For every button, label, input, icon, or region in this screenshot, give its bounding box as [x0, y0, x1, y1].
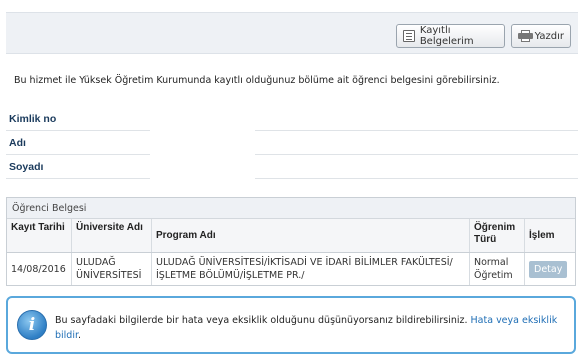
adi-label: Adı	[9, 137, 26, 149]
redacted-area	[150, 120, 255, 205]
print-label: Yazdır	[534, 30, 564, 42]
error-report-notice: i Bu sayfadaki bilgilerde bir hata veya …	[6, 296, 576, 354]
identity-row-kimlik: Kimlik no	[6, 107, 578, 131]
cell-islem: Detay	[525, 253, 575, 285]
identity-row-soyadi: Soyadı	[6, 155, 578, 179]
soyadi-label: Soyadı	[9, 161, 44, 173]
panel-title: Öğrenci Belgesi	[7, 198, 575, 219]
cell-ogrenim-turu: Normal Öğretim	[470, 253, 525, 285]
info-icon: i	[17, 310, 47, 340]
saved-documents-label: Kayıtlı Belgelerim	[419, 25, 474, 47]
cell-universite: ULUDAĞ ÜNİVERSİTESİ	[72, 253, 152, 285]
header-islem: İşlem	[529, 230, 555, 241]
document-list-icon	[403, 30, 415, 42]
student-certificate-panel: Öğrenci Belgesi Kayıt Tarihi Üniversite …	[6, 197, 576, 286]
notice-text: Bu sayfadaki bilgilerde bir hata veya ek…	[55, 313, 565, 343]
print-button[interactable]: Yazdır	[511, 24, 571, 48]
top-toolbar: Kayıtlı Belgelerim Yazdır	[6, 12, 578, 54]
header-ogrenim-turu: Öğrenim Türü	[470, 219, 525, 252]
identity-row-adi: Adı	[6, 131, 578, 155]
cell-kayit-tarihi: 14/08/2016	[7, 253, 72, 285]
notice-tail: .	[78, 330, 82, 341]
table-row: 14/08/2016 ULUDAĞ ÜNİVERSİTESİ ULUDAĞ ÜN…	[7, 253, 575, 285]
table-header: Kayıt Tarihi Üniversite Adı Program Adı …	[7, 219, 575, 253]
cell-program: ULUDAĞ ÜNİVERSİTESİ/İKTİSADİ VE İDARİ Bİ…	[152, 253, 470, 285]
header-kayit-tarihi: Kayıt Tarihi	[7, 219, 72, 252]
detail-button[interactable]: Detay	[529, 261, 568, 278]
notice-message: Bu sayfadaki bilgilerde bir hata veya ek…	[55, 315, 468, 326]
printer-icon	[518, 30, 533, 42]
header-program-adi: Program Adı	[152, 219, 470, 252]
header-universite-adi: Üniversite Adı	[72, 219, 152, 252]
intro-text: Bu hizmet ile Yüksek Öğretim Kurumunda k…	[14, 75, 500, 86]
saved-documents-button[interactable]: Kayıtlı Belgelerim	[396, 24, 505, 48]
kimlik-label: Kimlik no	[9, 113, 57, 125]
